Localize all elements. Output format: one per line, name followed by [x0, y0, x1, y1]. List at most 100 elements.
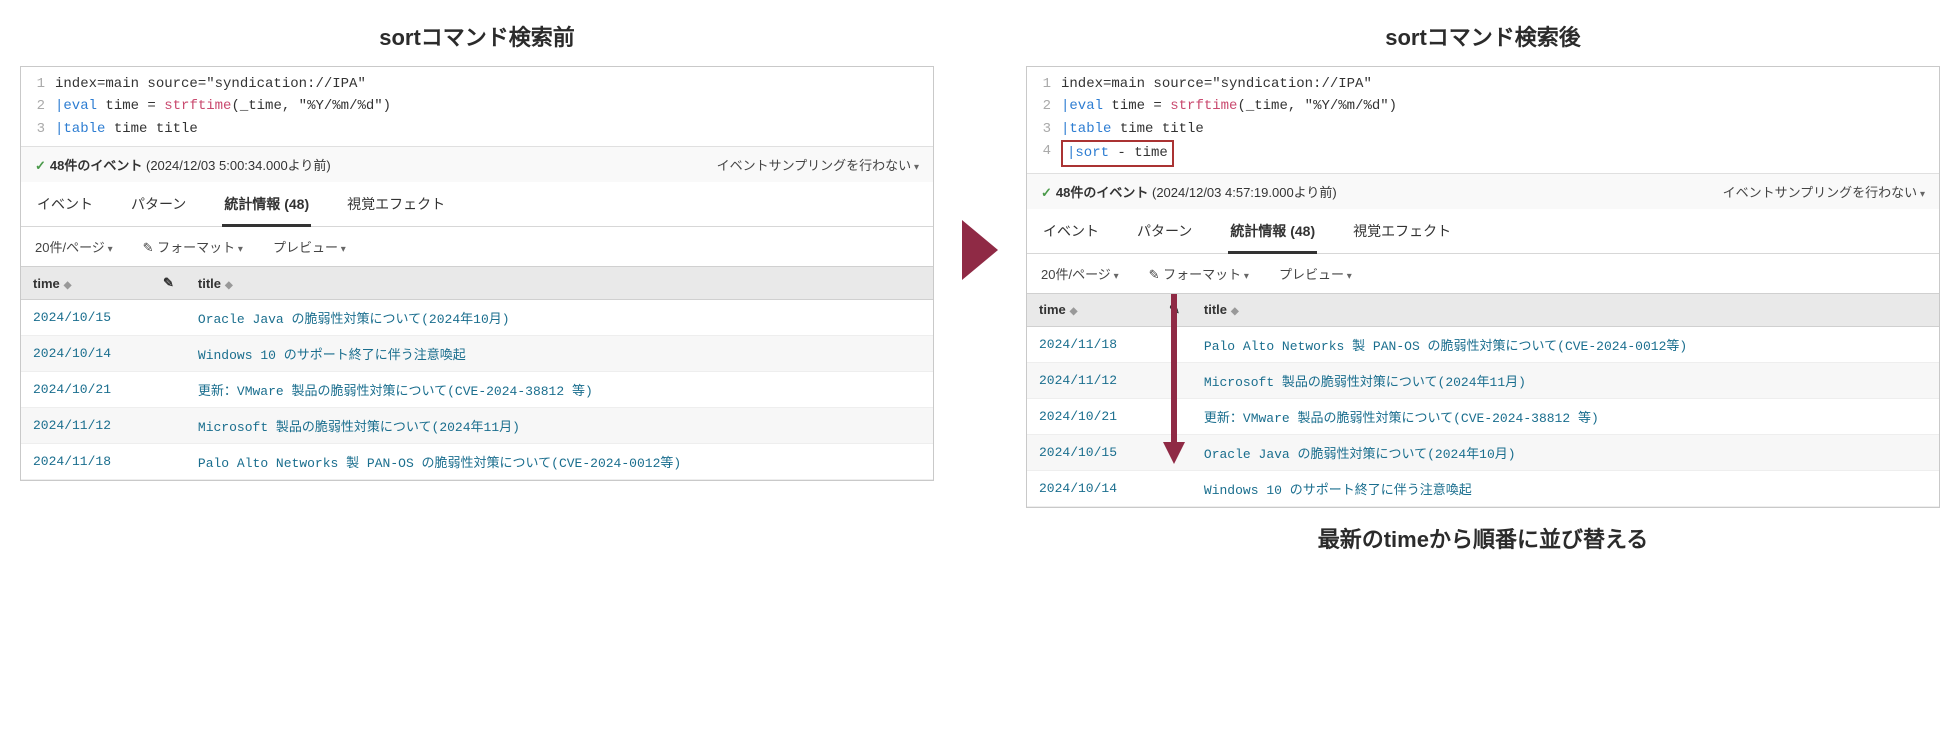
preview-dropdown[interactable]: プレビュー [273, 237, 346, 256]
cell-time[interactable]: 2024/10/21 [1027, 398, 1157, 434]
line-number: 2 [1027, 95, 1061, 117]
table-row[interactable]: 2024/11/18 Palo Alto Networks 製 PAN-OS の脆… [21, 444, 933, 480]
cell-spacer [151, 372, 186, 408]
cell-spacer [1157, 470, 1192, 506]
cell-spacer [151, 444, 186, 480]
highlighted-sort-line: |sort - time [1061, 140, 1174, 166]
cell-title[interactable]: 更新：VMware 製品の脆弱性対策について(CVE-2024-38812 等) [186, 372, 933, 408]
table-row[interactable]: 2024/10/14 Windows 10 のサポート終了に伴う注意喚起 [21, 336, 933, 372]
preview-dropdown[interactable]: プレビュー [1279, 264, 1352, 283]
check-icon: ✓ [35, 158, 46, 173]
code-line: 3|table time title [1027, 118, 1939, 140]
code-line: 3|table time title [21, 118, 933, 140]
cell-title[interactable]: Microsoft 製品の脆弱性対策について(2024年11月) [186, 408, 933, 444]
tab-events[interactable]: イベント [1041, 209, 1101, 253]
tab-events[interactable]: イベント [35, 182, 95, 226]
code-content: |table time title [1061, 118, 1204, 140]
cell-title[interactable]: 更新：VMware 製品の脆弱性対策について(CVE-2024-38812 等) [1192, 398, 1939, 434]
event-time-range: (2024/12/03 5:00:34.000より前) [146, 158, 331, 173]
code-content: index=main source="syndication://IPA" [1061, 73, 1372, 95]
cell-title[interactable]: Oracle Java の脆弱性対策について(2024年10月) [1192, 434, 1939, 470]
code-line: 1index=main source="syndication://IPA" [1027, 73, 1939, 95]
cell-spacer [151, 300, 186, 336]
code-line: 4|sort - time [1027, 140, 1939, 166]
left-heading: sortコマンド検索前 [20, 20, 934, 52]
sampling-dropdown[interactable]: イベントサンプリングを行わない [717, 155, 919, 174]
line-number: 4 [1027, 140, 1061, 166]
cell-time[interactable]: 2024/10/15 [21, 300, 151, 336]
cell-title[interactable]: Palo Alto Networks 製 PAN-OS の脆弱性対策について(C… [1192, 326, 1939, 362]
tab-statistics[interactable]: 統計情報 (48) [222, 182, 311, 227]
format-dropdown[interactable]: フォーマット [143, 237, 243, 256]
right-panel: 1index=main source="syndication://IPA"2|… [1026, 66, 1940, 508]
line-number: 1 [21, 73, 55, 95]
cell-title[interactable]: Oracle Java の脆弱性対策について(2024年10月) [186, 300, 933, 336]
code-line: 2|eval time = strftime(_time, "%Y/%m/%d"… [1027, 95, 1939, 117]
sampling-dropdown[interactable]: イベントサンプリングを行わない [1723, 182, 1925, 201]
table-row[interactable]: 2024/10/14 Windows 10 のサポート終了に伴う注意喚起 [1027, 470, 1939, 506]
col-edit-icon[interactable]: ✎ [151, 267, 186, 300]
cell-time[interactable]: 2024/10/14 [1027, 470, 1157, 506]
code-line: 1index=main source="syndication://IPA" [21, 73, 933, 95]
line-number: 2 [21, 95, 55, 117]
cell-spacer [151, 336, 186, 372]
left-code-editor[interactable]: 1index=main source="syndication://IPA"2|… [21, 67, 933, 146]
tab-bar: イベント パターン 統計情報 (48) 視覚エフェクト [21, 182, 933, 227]
sort-icon: ◆ [225, 280, 233, 291]
code-line: 2|eval time = strftime(_time, "%Y/%m/%d"… [21, 95, 933, 117]
status-bar: ✓ 48件のイベント (2024/12/03 5:00:34.000より前) イベ… [21, 146, 933, 182]
table-row[interactable]: 2024/11/12 Microsoft 製品の脆弱性対策について(2024年11… [21, 408, 933, 444]
tab-patterns[interactable]: パターン [1135, 209, 1194, 253]
col-header-title[interactable]: title◆ [1192, 293, 1939, 326]
format-dropdown[interactable]: フォーマット [1149, 264, 1249, 283]
col-edit-icon[interactable]: ✎ [1157, 293, 1192, 326]
sort-icon: ◆ [1070, 306, 1078, 317]
perpage-dropdown[interactable]: 20件/ページ [35, 237, 113, 256]
code-content: index=main source="syndication://IPA" [55, 73, 366, 95]
right-code-editor[interactable]: 1index=main source="syndication://IPA"2|… [1027, 67, 1939, 173]
line-number: 1 [1027, 73, 1061, 95]
left-panel: 1index=main source="syndication://IPA"2|… [20, 66, 934, 481]
check-icon: ✓ [1041, 185, 1052, 200]
event-count: 48件のイベント [50, 158, 142, 173]
right-heading: sortコマンド検索後 [1026, 20, 1940, 52]
bottom-annotation: 最新のtimeから順番に並び替える [1026, 522, 1940, 554]
cell-time[interactable]: 2024/11/12 [1027, 362, 1157, 398]
sort-icon: ◆ [64, 280, 72, 291]
tab-visualization[interactable]: 視覚エフェクト [345, 182, 447, 226]
cell-time[interactable]: 2024/10/21 [21, 372, 151, 408]
cell-time[interactable]: 2024/10/14 [21, 336, 151, 372]
cell-title[interactable]: Microsoft 製品の脆弱性対策について(2024年11月) [1192, 362, 1939, 398]
cell-time[interactable]: 2024/11/18 [21, 444, 151, 480]
cell-spacer [151, 408, 186, 444]
results-table-left: time◆ ✎ title◆ 2024/10/15 Oracle Java の脆弱… [21, 266, 933, 480]
arrow-down-icon [1163, 294, 1185, 464]
sort-icon: ◆ [1231, 306, 1239, 317]
cell-title[interactable]: Windows 10 のサポート終了に伴う注意喚起 [1192, 470, 1939, 506]
cell-title[interactable]: Palo Alto Networks 製 PAN-OS の脆弱性対策について(C… [186, 444, 933, 480]
status-bar: ✓48件のイベント (2024/12/03 4:57:19.000より前) イベ… [1027, 173, 1939, 209]
line-number: 3 [21, 118, 55, 140]
col-header-title[interactable]: title◆ [186, 267, 933, 300]
table-row[interactable]: 2024/10/21 更新：VMware 製品の脆弱性対策について(CVE-202… [21, 372, 933, 408]
tab-visualization[interactable]: 視覚エフェクト [1351, 209, 1453, 253]
perpage-dropdown[interactable]: 20件/ページ [1041, 264, 1119, 283]
line-number: 3 [1027, 118, 1061, 140]
cell-time[interactable]: 2024/11/12 [21, 408, 151, 444]
code-content: |table time title [55, 118, 198, 140]
code-content: |sort - time [1061, 140, 1174, 166]
cell-title[interactable]: Windows 10 のサポート終了に伴う注意喚起 [186, 336, 933, 372]
arrow-right-icon [962, 220, 998, 280]
table-row[interactable]: 2024/10/15 Oracle Java の脆弱性対策について(2024年10… [21, 300, 933, 336]
col-header-time[interactable]: time◆ [1027, 293, 1157, 326]
table-controls: 20件/ページ フォーマット プレビュー [1027, 254, 1939, 293]
cell-time[interactable]: 2024/11/18 [1027, 326, 1157, 362]
results-table-right: time◆ ✎ title◆ 2024/11/18 Palo Alto Netwo… [1027, 293, 1939, 507]
tab-patterns[interactable]: パターン [129, 182, 188, 226]
table-controls: 20件/ページ フォーマット プレビュー [21, 227, 933, 266]
col-header-time[interactable]: time◆ [21, 267, 151, 300]
code-content: |eval time = strftime(_time, "%Y/%m/%d") [1061, 95, 1397, 117]
tab-statistics[interactable]: 統計情報 (48) [1228, 209, 1317, 254]
center-arrow [958, 20, 1002, 280]
cell-time[interactable]: 2024/10/15 [1027, 434, 1157, 470]
